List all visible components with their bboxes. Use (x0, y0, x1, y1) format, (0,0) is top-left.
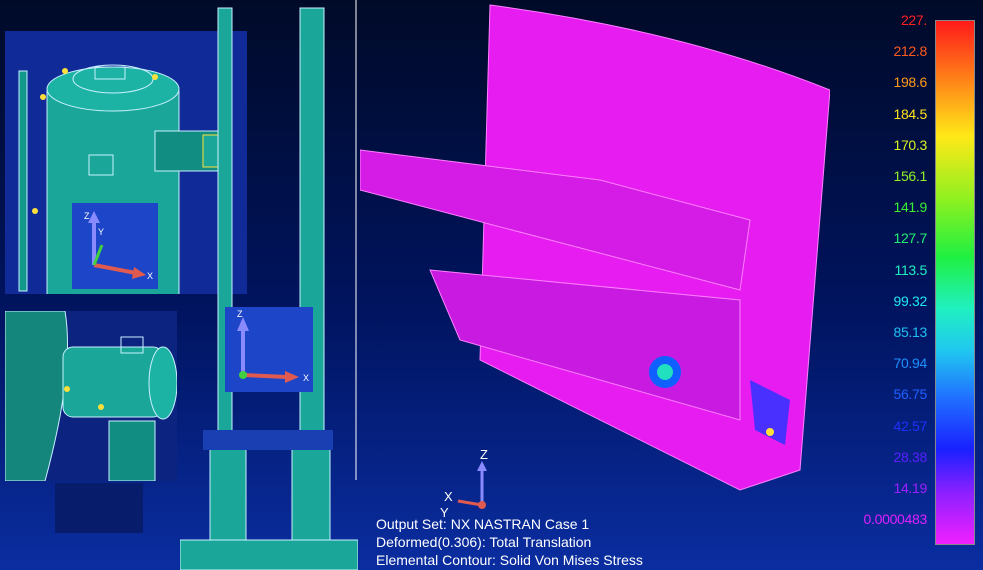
legend-value-label: 113.5 (894, 261, 928, 278)
coordinate-triad: Z Y X (72, 203, 158, 289)
fe-model-view[interactable] (360, 0, 830, 500)
x-axis-label: X (444, 489, 453, 504)
x-axis-label: X (147, 271, 153, 281)
output-info: Output Set: NX NASTRAN Case 1 Deformed(0… (376, 515, 643, 569)
contour-text: Elemental Contour: Solid Von Mises Stres… (376, 552, 643, 568)
legend-value-label: 198.6 (893, 74, 927, 91)
legend-value-label: 99.32 (893, 292, 927, 309)
legend-value-label: 85.13 (893, 324, 927, 340)
legend-value-label: 141.9 (893, 199, 927, 216)
view-divider-bar (203, 430, 333, 450)
contour-legend-bar (935, 20, 975, 545)
coordinate-triad: Z X (225, 307, 313, 392)
legend-value-label: 156.1 (893, 168, 927, 184)
legend-value-label: 127.7 (893, 230, 927, 247)
legend-value-label: 0.0000483 (863, 511, 928, 528)
legend-value-label: 14.19 (893, 480, 927, 496)
legend-value-label: 56.75 (893, 386, 927, 403)
legend-value-label: 227. (900, 12, 927, 28)
y-axis-label: Y (98, 227, 104, 237)
output-set-text: Output Set: NX NASTRAN Case 1 (376, 516, 590, 532)
legend-value-label: 70.94 (893, 355, 927, 372)
nozzle-detail-drawing (5, 311, 177, 481)
legend-value-label: 212.8 (893, 43, 927, 60)
z-axis-label: Z (84, 211, 90, 221)
nozzle-detail-view[interactable] (5, 311, 177, 481)
legend-value-label: 42.57 (893, 417, 927, 434)
coordinate-triad: Z X Y (440, 445, 500, 520)
legend-value-label: 184.5 (893, 105, 927, 122)
empty-panel (55, 483, 143, 533)
stress-contour-model (360, 4, 830, 491)
z-axis-label: Z (480, 447, 488, 462)
x-axis-label: X (303, 373, 309, 383)
deformed-text: Deformed(0.306): Total Translation (376, 534, 592, 550)
legend-value-label: 170.3 (893, 136, 927, 153)
column-elevation-view[interactable] (180, 0, 358, 570)
legend-value-label: 28.38 (893, 448, 927, 465)
column-elevation-drawing (180, 0, 358, 570)
z-axis-label: Z (237, 309, 243, 319)
